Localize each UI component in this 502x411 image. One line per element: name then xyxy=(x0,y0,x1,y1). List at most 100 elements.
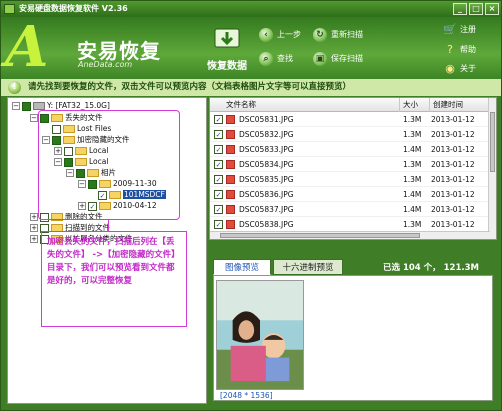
row-checkbox[interactable]: ✓ xyxy=(214,145,223,154)
column-header-size[interactable]: 大小 xyxy=(400,98,430,112)
maximize-button[interactable]: □ xyxy=(469,3,483,15)
horizontal-scrollbar[interactable] xyxy=(210,231,490,239)
app-window: 安易硬盘数据恢复软件 V2.36 _ □ × A 安易恢复 AneData.co… xyxy=(0,0,502,411)
collapse-icon[interactable]: − xyxy=(12,102,20,110)
row-checkbox[interactable]: ✓ xyxy=(214,130,223,139)
row-checkbox[interactable]: ✓ xyxy=(214,175,223,184)
column-header-name[interactable]: 文件名称 xyxy=(210,98,400,112)
prev-step-label: 上一步 xyxy=(277,30,301,39)
bulb-icon: ! xyxy=(8,81,21,94)
row-checkbox[interactable]: ✓ xyxy=(214,220,223,229)
preview-panel: 图像预览 十六进制预览 已选 104 个， 121.3M [2048 * 153… xyxy=(209,255,497,404)
file-size: 1.3M xyxy=(403,115,422,124)
scroll-thumb[interactable] xyxy=(220,233,420,238)
file-size: 1.4M xyxy=(403,145,422,154)
file-name: DSC05838.JPG xyxy=(239,220,294,229)
recover-data-button[interactable]: 恢复数据 xyxy=(199,21,255,75)
register-button[interactable]: 🛒 注册 xyxy=(443,23,476,37)
expand-icon[interactable]: + xyxy=(30,224,38,232)
image-file-icon xyxy=(226,205,235,214)
vertical-scrollbar[interactable] xyxy=(488,98,496,239)
image-file-icon xyxy=(226,175,235,184)
recover-icon xyxy=(214,28,240,48)
logo-icon: A xyxy=(5,14,49,80)
file-name: DSC05833.JPG xyxy=(239,145,294,154)
header: A 安易恢复 AneData.com 恢复数据 ‹ 上一步 ⌕ 查找 ↻ 重新扫… xyxy=(1,17,501,79)
recover-label: 恢复数据 xyxy=(207,61,247,72)
prev-step-button[interactable]: ‹ 上一步 xyxy=(259,27,301,43)
close-button[interactable]: × xyxy=(485,3,499,15)
find-button[interactable]: ⌕ 查找 xyxy=(259,51,293,67)
annotation-connector xyxy=(108,219,109,231)
table-row[interactable]: ✓ DSC05836.JPG 1.4M 2013-01-12 xyxy=(210,187,490,202)
file-name: DSC05834.JPG xyxy=(239,160,294,169)
image-file-icon xyxy=(226,160,235,169)
image-file-icon xyxy=(226,220,235,229)
expand-icon[interactable]: + xyxy=(30,235,38,243)
image-file-icon xyxy=(226,190,235,199)
table-row[interactable]: ✓ DSC05833.JPG 1.4M 2013-01-12 xyxy=(210,142,490,157)
scroll-thumb[interactable] xyxy=(490,112,495,172)
help-button[interactable]: ? 帮助 xyxy=(443,43,476,57)
file-size: 1.4M xyxy=(403,190,422,199)
cart-icon: 🛒 xyxy=(443,23,457,36)
file-list-header: 文件名称 大小 创建时间 xyxy=(210,98,490,112)
table-row[interactable]: ✓ DSC05837.JPG 1.4M 2013-01-12 xyxy=(210,202,490,217)
file-date: 2013-01-12 xyxy=(431,220,475,229)
image-file-icon xyxy=(226,145,235,154)
file-size: 1.3M xyxy=(403,220,422,229)
row-checkbox[interactable]: ✓ xyxy=(214,160,223,169)
info-icon: ◉ xyxy=(445,62,455,75)
table-row[interactable]: ✓ DSC05834.JPG 1.3M 2013-01-12 xyxy=(210,157,490,172)
folder-tree: − Y: [FAT32_15.0G] − 丢失的文件 Lost Files − 加密隐… xyxy=(7,97,207,404)
collapse-icon[interactable]: − xyxy=(30,114,38,122)
table-row[interactable]: ✓ DSC05831.JPG 1.3M 2013-01-12 xyxy=(210,112,490,127)
tab-image-preview[interactable]: 图像预览 xyxy=(213,259,271,275)
tab-hex-preview[interactable]: 十六进制预览 xyxy=(273,259,343,275)
title-bar: 安易硬盘数据恢复软件 V2.36 _ □ × xyxy=(1,1,501,17)
about-button[interactable]: ◉ 关于 xyxy=(443,62,476,76)
tree-node-label: Y: [FAT32_15.0G] xyxy=(47,101,110,110)
help-label: 帮助 xyxy=(460,45,476,54)
file-name: DSC05835.JPG xyxy=(239,175,294,184)
app-icon xyxy=(4,4,15,14)
file-size: 1.3M xyxy=(403,130,422,139)
annotation-highlight xyxy=(38,110,180,220)
save-icon: ▣ xyxy=(313,52,327,66)
minimize-button[interactable]: _ xyxy=(453,3,467,15)
table-row[interactable]: ✓ DSC05838.JPG 1.3M 2013-01-12 xyxy=(210,217,490,232)
file-date: 2013-01-12 xyxy=(431,145,475,154)
row-checkbox[interactable]: ✓ xyxy=(214,115,223,124)
search-icon: ⌕ xyxy=(259,52,273,66)
table-row[interactable]: ✓ DSC05835.JPG 1.3M 2013-01-12 xyxy=(210,172,490,187)
drive-icon xyxy=(33,102,45,110)
image-file-icon xyxy=(226,115,235,124)
node-checkbox[interactable] xyxy=(22,101,31,111)
file-date: 2013-01-12 xyxy=(431,130,475,139)
column-header-date[interactable]: 创建时间 xyxy=(430,98,490,112)
row-checkbox[interactable]: ✓ xyxy=(214,190,223,199)
file-size: 1.3M xyxy=(403,175,422,184)
file-name: DSC05832.JPG xyxy=(239,130,294,139)
file-date: 2013-01-12 xyxy=(431,160,475,169)
file-date: 2013-01-12 xyxy=(431,190,475,199)
window-title: 安易硬盘数据恢复软件 V2.36 xyxy=(19,4,128,13)
rescan-label: 重新扫描 xyxy=(331,30,363,39)
row-checkbox[interactable]: ✓ xyxy=(214,205,223,214)
save-scan-button[interactable]: ▣ 保存扫描 xyxy=(313,51,363,67)
preview-photo xyxy=(216,280,304,390)
file-name: DSC05837.JPG xyxy=(239,205,294,214)
annotation-callout: 加密丢失的文件，扫描后列在【丢失的文件】 ->【加密隐藏的文件】目录下，我们可以… xyxy=(41,231,187,327)
expand-icon[interactable]: + xyxy=(30,213,38,221)
about-label: 关于 xyxy=(460,64,476,73)
find-label: 查找 xyxy=(277,54,293,63)
refresh-icon: ↻ xyxy=(313,28,327,42)
file-date: 2013-01-12 xyxy=(431,175,475,184)
brand-url: AneData.com xyxy=(78,60,133,69)
file-date: 2013-01-12 xyxy=(431,205,475,214)
file-size: 1.4M xyxy=(403,205,422,214)
table-row[interactable]: ✓ DSC05832.JPG 1.3M 2013-01-12 xyxy=(210,127,490,142)
rescan-button[interactable]: ↻ 重新扫描 xyxy=(313,27,363,43)
file-name: DSC05836.JPG xyxy=(239,190,294,199)
register-label: 注册 xyxy=(460,25,476,34)
